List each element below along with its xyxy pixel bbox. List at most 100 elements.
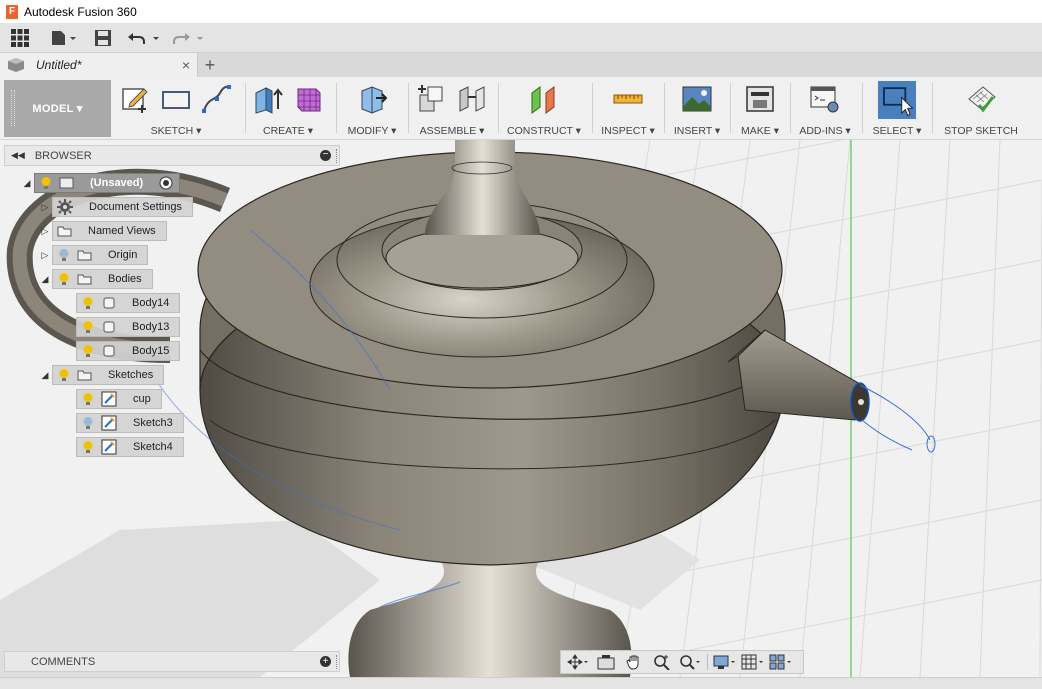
visibility-bulb-off-icon[interactable] bbox=[81, 416, 95, 430]
browser-item-sketch3[interactable]: Sketch3 bbox=[62, 413, 184, 433]
data-panel-grid-icon[interactable] bbox=[0, 23, 40, 53]
make-group-label[interactable]: MAKE ▾ bbox=[732, 125, 788, 137]
browser-item-document-settings[interactable]: ▷ Document Settings bbox=[38, 197, 193, 217]
expand-triangle-icon[interactable]: ▷ bbox=[38, 202, 52, 213]
sketch3-label: Sketch3 bbox=[133, 417, 173, 429]
collapse-browser-icon[interactable]: ◀◀ bbox=[11, 150, 25, 161]
grid-settings-icon[interactable] bbox=[740, 652, 766, 672]
assemble-group-label[interactable]: ASSEMBLE ▾ bbox=[410, 125, 494, 137]
rectangle-tool-icon[interactable] bbox=[160, 83, 192, 115]
body14-label: Body14 bbox=[132, 297, 170, 309]
sketch-group-label[interactable]: SKETCH ▾ bbox=[115, 125, 237, 137]
construct-group: CONSTRUCT ▾ bbox=[500, 79, 588, 139]
bodies-label: Bodies bbox=[108, 273, 142, 285]
joint-icon[interactable] bbox=[456, 83, 488, 115]
browser-item-sketches[interactable]: ◢ Sketches bbox=[38, 365, 165, 385]
sketch-icon bbox=[101, 439, 117, 455]
construct-group-label[interactable]: CONSTRUCT ▾ bbox=[500, 125, 588, 137]
browser-item-cup[interactable]: cup bbox=[62, 389, 162, 409]
orbit-icon[interactable] bbox=[565, 652, 591, 672]
collapse-triangle-icon[interactable]: ◢ bbox=[38, 274, 52, 285]
visibility-bulb-off-icon[interactable] bbox=[57, 248, 71, 262]
undo-icon[interactable] bbox=[124, 23, 164, 53]
workspace-switcher-button[interactable]: MODEL ▾ bbox=[4, 80, 111, 137]
sketch-icon bbox=[101, 415, 117, 431]
close-tab-icon[interactable]: × bbox=[182, 57, 190, 73]
select-tool-icon[interactable] bbox=[878, 81, 916, 119]
modify-group: MODIFY ▾ bbox=[338, 79, 406, 139]
visibility-bulb-icon[interactable] bbox=[81, 344, 95, 358]
form-icon[interactable] bbox=[292, 83, 324, 115]
zoom-icon[interactable] bbox=[649, 652, 675, 672]
browser-item-body13[interactable]: Body13 bbox=[62, 317, 181, 337]
cup-sketch-label: cup bbox=[133, 393, 151, 405]
stop-sketch-icon[interactable] bbox=[965, 83, 997, 115]
collapse-triangle-icon[interactable]: ◢ bbox=[38, 370, 52, 381]
activate-radio-icon[interactable] bbox=[159, 176, 173, 190]
browser-root-node[interactable]: ◢ (Unsaved) bbox=[20, 173, 181, 193]
fusion-logo-icon: F bbox=[6, 4, 18, 19]
browser-item-named-views[interactable]: ▷ Named Views bbox=[38, 221, 167, 241]
fit-zoom-icon[interactable] bbox=[677, 652, 703, 672]
body-icon bbox=[103, 297, 115, 309]
visibility-bulb-icon[interactable] bbox=[81, 440, 95, 454]
create-group-label[interactable]: CREATE ▾ bbox=[248, 125, 328, 137]
browser-item-body15[interactable]: Body15 bbox=[62, 341, 181, 361]
3d-print-icon[interactable] bbox=[744, 83, 776, 115]
scripts-addins-icon[interactable] bbox=[809, 83, 841, 115]
named-views-label: Named Views bbox=[88, 225, 156, 237]
make-group: MAKE ▾ bbox=[732, 79, 788, 139]
offset-plane-icon[interactable] bbox=[528, 83, 560, 115]
visibility-bulb-icon[interactable] bbox=[81, 392, 95, 406]
visibility-bulb-icon[interactable] bbox=[39, 176, 53, 190]
press-pull-icon[interactable] bbox=[356, 83, 388, 115]
insert-image-icon[interactable] bbox=[681, 83, 713, 115]
sketch-group: SKETCH ▾ bbox=[115, 79, 237, 139]
stop-sketch-label[interactable]: STOP SKETCH bbox=[936, 125, 1026, 137]
look-at-icon[interactable] bbox=[593, 652, 619, 672]
file-menu-icon[interactable] bbox=[46, 23, 82, 53]
modify-group-label[interactable]: MODIFY ▾ bbox=[338, 125, 406, 137]
panel-grip[interactable] bbox=[336, 655, 339, 669]
browser-item-bodies[interactable]: ◢ Bodies bbox=[38, 269, 153, 289]
browser-item-origin[interactable]: ▷ Origin bbox=[38, 245, 149, 265]
insert-group: INSERT ▾ bbox=[666, 79, 728, 139]
new-tab-button[interactable]: + bbox=[198, 53, 222, 77]
gear-icon bbox=[57, 199, 73, 215]
sketches-label: Sketches bbox=[108, 369, 154, 381]
add-ins-group-label[interactable]: ADD-INS ▾ bbox=[792, 125, 858, 137]
toolbar-separator bbox=[498, 83, 499, 133]
insert-group-label[interactable]: INSERT ▾ bbox=[666, 125, 728, 137]
spline-tool-icon[interactable] bbox=[200, 83, 232, 115]
display-settings-icon[interactable] bbox=[712, 652, 738, 672]
minimize-browser-icon[interactable]: − bbox=[320, 150, 331, 161]
expand-triangle-icon[interactable]: ▷ bbox=[38, 226, 52, 237]
visibility-bulb-icon[interactable] bbox=[57, 272, 71, 286]
extrude-icon[interactable] bbox=[252, 83, 284, 115]
redo-icon[interactable] bbox=[170, 23, 210, 53]
create-sketch-icon[interactable] bbox=[120, 83, 152, 115]
document-tab[interactable]: Untitled* × bbox=[0, 53, 198, 77]
measure-icon[interactable] bbox=[612, 83, 644, 115]
viewports-icon[interactable] bbox=[768, 652, 794, 672]
browser-item-sketch4[interactable]: Sketch4 bbox=[62, 437, 184, 457]
new-component-icon[interactable] bbox=[416, 83, 448, 115]
expand-triangle-icon[interactable]: ▷ bbox=[38, 250, 52, 261]
folder-icon bbox=[77, 250, 92, 261]
visibility-bulb-icon[interactable] bbox=[57, 368, 71, 382]
toolbar-separator bbox=[862, 83, 863, 133]
assemble-group: ASSEMBLE ▾ bbox=[410, 79, 494, 139]
add-comment-icon[interactable]: + bbox=[320, 656, 331, 667]
folder-icon bbox=[77, 370, 92, 381]
pan-hand-icon[interactable] bbox=[621, 652, 647, 672]
save-icon[interactable] bbox=[88, 23, 118, 53]
visibility-bulb-icon[interactable] bbox=[81, 320, 95, 334]
visibility-bulb-icon[interactable] bbox=[81, 296, 95, 310]
browser-item-body14[interactable]: Body14 bbox=[62, 293, 181, 313]
comments-panel-header[interactable]: COMMENTS + bbox=[4, 651, 340, 672]
select-group-label[interactable]: SELECT ▾ bbox=[866, 125, 928, 137]
panel-grip[interactable] bbox=[336, 149, 339, 163]
browser-title: BROWSER bbox=[34, 149, 92, 162]
collapse-triangle-icon[interactable]: ◢ bbox=[20, 178, 34, 189]
inspect-group-label[interactable]: INSPECT ▾ bbox=[594, 125, 662, 137]
